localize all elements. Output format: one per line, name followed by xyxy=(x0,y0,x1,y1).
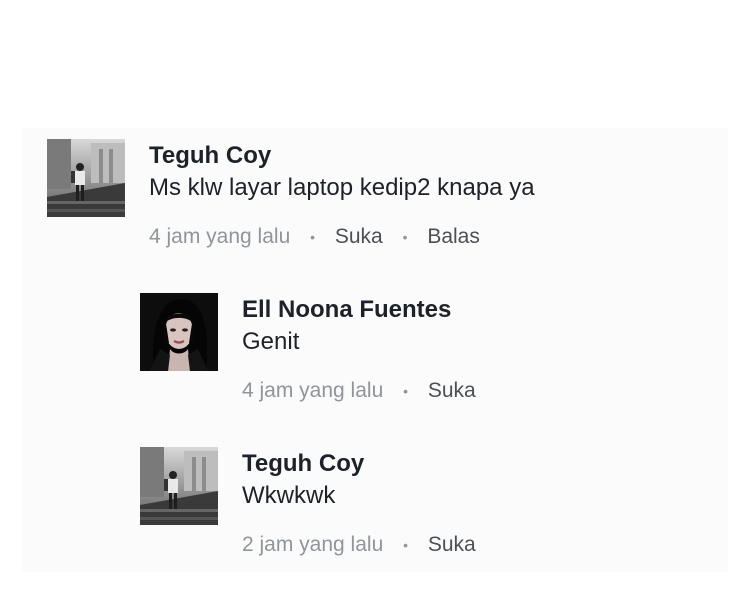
avatar[interactable] xyxy=(47,139,125,217)
comment-text: Wkwkwk xyxy=(242,482,336,509)
comment-meta: 2 jam yang lalu • Suka xyxy=(242,532,476,558)
teguh-coy-avatar-icon xyxy=(140,447,218,525)
like-button[interactable]: Suka xyxy=(335,225,383,248)
comment-author[interactable]: Teguh Coy xyxy=(242,449,476,479)
avatar[interactable] xyxy=(140,447,218,525)
comment-author[interactable]: Ell Noona Fuentes xyxy=(242,295,476,325)
like-button[interactable]: Suka xyxy=(428,379,476,402)
separator-dot: • xyxy=(403,537,408,554)
separator-dot: • xyxy=(403,383,408,400)
separator-dot: • xyxy=(310,229,315,246)
teguh-coy-avatar-icon xyxy=(47,139,125,217)
comment-author[interactable]: Teguh Coy xyxy=(149,141,535,171)
ell-noona-avatar-icon xyxy=(140,293,218,371)
comment-text: Genit xyxy=(242,328,300,355)
reply-item: Ell Noona Fuentes Genit 4 jam yang lalu … xyxy=(140,293,476,404)
comment-timestamp[interactable]: 2 jam yang lalu xyxy=(242,533,383,556)
comment-timestamp[interactable]: 4 jam yang lalu xyxy=(149,225,290,248)
comment-item: Teguh Coy Ms klw layar laptop kedip2 kna… xyxy=(47,139,535,250)
comment-timestamp[interactable]: 4 jam yang lalu xyxy=(242,379,383,402)
avatar[interactable] xyxy=(140,293,218,371)
reply-item: Teguh Coy Wkwkwk 2 jam yang lalu • Suka xyxy=(140,447,476,558)
comment-meta: 4 jam yang lalu • Suka • Balas xyxy=(149,224,535,250)
like-button[interactable]: Suka xyxy=(428,533,476,556)
reply-button[interactable]: Balas xyxy=(427,225,480,248)
comment-text: Ms klw layar laptop kedip2 knapa ya xyxy=(149,174,535,201)
separator-dot: • xyxy=(402,229,408,246)
comment-meta: 4 jam yang lalu • Suka xyxy=(242,378,476,404)
